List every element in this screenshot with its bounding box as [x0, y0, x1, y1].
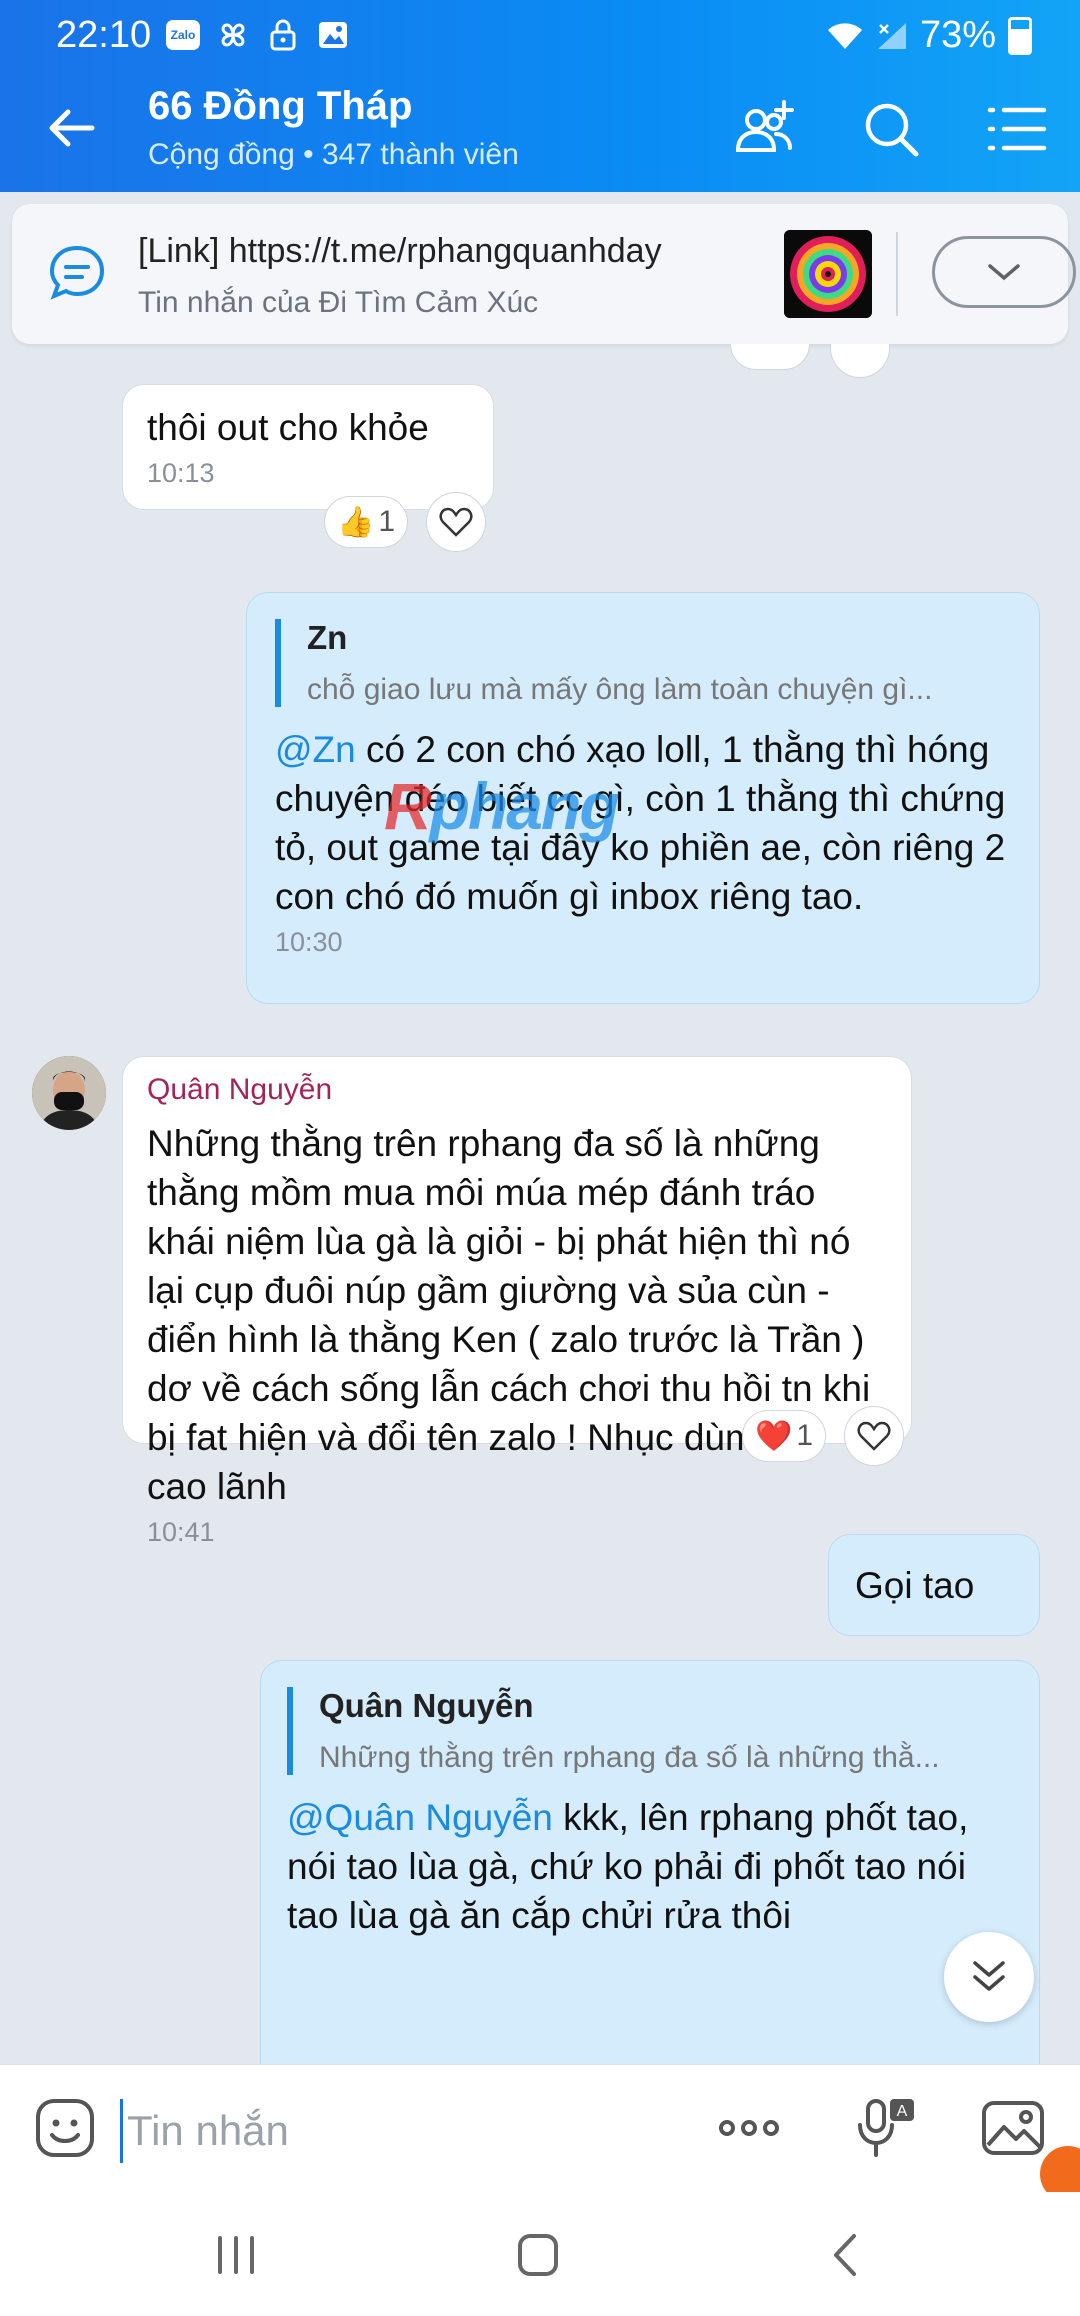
search-icon [865, 103, 919, 157]
system-navigation-bar [0, 2192, 1080, 2316]
reaction-count: 1 [796, 1419, 814, 1452]
gallery-icon [316, 18, 350, 52]
message-time: 10:13 [147, 458, 215, 488]
pinned-expand-button[interactable] [932, 236, 1076, 308]
pinned-divider [896, 232, 898, 316]
message-bubble-outgoing[interactable]: Gọi tao [828, 1534, 1040, 1636]
heart-outline-icon [857, 1421, 891, 1451]
microphone-icon: A [858, 2099, 914, 2157]
more-horizontal-icon [719, 2120, 779, 2136]
chevron-down-icon [988, 264, 1020, 281]
reaction-count: 1 [378, 505, 396, 538]
message-text: thôi out cho khỏe [147, 407, 429, 448]
react-button[interactable] [426, 492, 486, 552]
pinned-title: [Link] https://t.me/rphangquanhday [138, 232, 662, 270]
add-member-icon [735, 100, 794, 152]
back-button[interactable] [40, 96, 104, 160]
add-member-button[interactable] [730, 96, 796, 162]
quote-author: Quân Nguyễn [319, 1687, 534, 1724]
image-icon [982, 2101, 1044, 2155]
chat-bubble-icon [44, 240, 110, 306]
home-icon [518, 2234, 558, 2276]
chevron-left-icon [834, 2234, 856, 2276]
message-bubble-outgoing[interactable]: Quân Nguyễn Những thằng trên rphang đa s… [260, 1660, 1040, 2064]
react-button[interactable] [844, 1406, 904, 1466]
battery-percent: 73% [919, 14, 996, 56]
message-bubble-outgoing[interactable]: Zn chỗ giao lưu mà mấy ông làm toàn chuy… [246, 592, 1040, 1004]
search-button[interactable] [858, 96, 924, 162]
recent-apps-icon [218, 2236, 254, 2274]
recent-apps-button[interactable] [206, 2230, 266, 2280]
pinned-subtitle: Tin nhắn của Đi Tìm Cảm Xúc [138, 286, 539, 319]
nav-back-button[interactable] [816, 2230, 876, 2280]
message-text: Gọi tao [855, 1565, 975, 1606]
quote-author: Zn [307, 619, 348, 656]
heart-icon: ❤️ [754, 1419, 793, 1453]
menu-icon [987, 107, 1047, 151]
home-button[interactable] [508, 2230, 568, 2280]
top-bar: 22:10 Zalo 73% 66 Đồng Tháp Cộng đồng • … [0, 0, 1080, 192]
mention[interactable]: @Quân Nguyễn [287, 1797, 553, 1838]
message-bubble-incoming[interactable]: thôi out cho khỏe 10:13 [122, 384, 494, 510]
arrow-left-icon [49, 109, 95, 147]
sender-name[interactable]: Quân Nguyễn [147, 1073, 887, 1107]
battery-icon [1008, 16, 1032, 55]
pinned-thumbnail [784, 230, 872, 318]
svg-text:A: A [897, 2103, 908, 2120]
reply-quote[interactable]: Zn chỗ giao lưu mà mấy ông làm toàn chuy… [275, 619, 1011, 707]
status-notification-icons: Zalo [166, 18, 350, 52]
voice-to-text-button[interactable]: A [852, 2095, 918, 2161]
scroll-to-bottom-button[interactable] [944, 1932, 1034, 2022]
quote-text: Những thằng trên rphang đa số là những t… [319, 1741, 940, 1774]
message-bubble-incoming[interactable]: Quân Nguyễn Những thằng trên rphang đa s… [122, 1056, 912, 1547]
lock-icon [266, 18, 300, 52]
avatar[interactable] [32, 1056, 106, 1130]
message-input[interactable] [120, 2099, 689, 2163]
signal-icon [877, 22, 906, 49]
reaction-pill[interactable]: ❤️ 1 [742, 1410, 826, 1462]
chat-header: 66 Đồng Tháp Cộng đồng • 347 thành viên [0, 66, 1080, 192]
sticker-button[interactable] [32, 2095, 98, 2161]
reaction-pill-partial[interactable] [730, 344, 810, 370]
react-button-partial[interactable] [830, 344, 890, 378]
image-button[interactable] [980, 2095, 1046, 2161]
sticker-icon [36, 2099, 94, 2157]
thumbs-up-icon: 👍 [336, 505, 375, 539]
double-chevron-down-icon [973, 1961, 1005, 1991]
message-input-bar: A [0, 2064, 1080, 2193]
group-title[interactable]: 66 Đồng Tháp [148, 84, 412, 129]
reaction-pill[interactable]: 👍 1 [324, 496, 408, 548]
status-right: 73% [826, 14, 1032, 57]
menu-button[interactable] [984, 96, 1050, 162]
pinned-message[interactable]: [Link] https://t.me/rphangquanhday Tin n… [12, 204, 1076, 344]
message-time: 10:30 [275, 927, 343, 957]
mention[interactable]: @Zn [275, 729, 356, 770]
heart-outline-icon [439, 507, 473, 537]
watermark-logo: Rphang [384, 769, 620, 843]
status-time: 22:10 [56, 14, 152, 56]
group-subtitle[interactable]: Cộng đồng • 347 thành viên [148, 138, 519, 172]
status-bar: 22:10 Zalo 73% [0, 0, 1080, 66]
more-options-button[interactable] [716, 2095, 782, 2161]
wifi-icon [827, 22, 862, 49]
message-text: @Quân Nguyễn kkk, lên rphang phốt tao, n… [287, 1797, 969, 1936]
zalo-icon: Zalo [166, 18, 200, 52]
pinwheel-icon [216, 18, 250, 52]
message-time: 10:41 [147, 1517, 215, 1547]
reply-quote[interactable]: Quân Nguyễn Những thằng trên rphang đa s… [287, 1687, 1013, 1775]
message-list[interactable]: thôi out cho khỏe 10:13 👍 1 Zn chỗ giao … [0, 344, 1080, 2064]
quote-text: chỗ giao lưu mà mấy ông làm toàn chuyện … [307, 673, 933, 706]
